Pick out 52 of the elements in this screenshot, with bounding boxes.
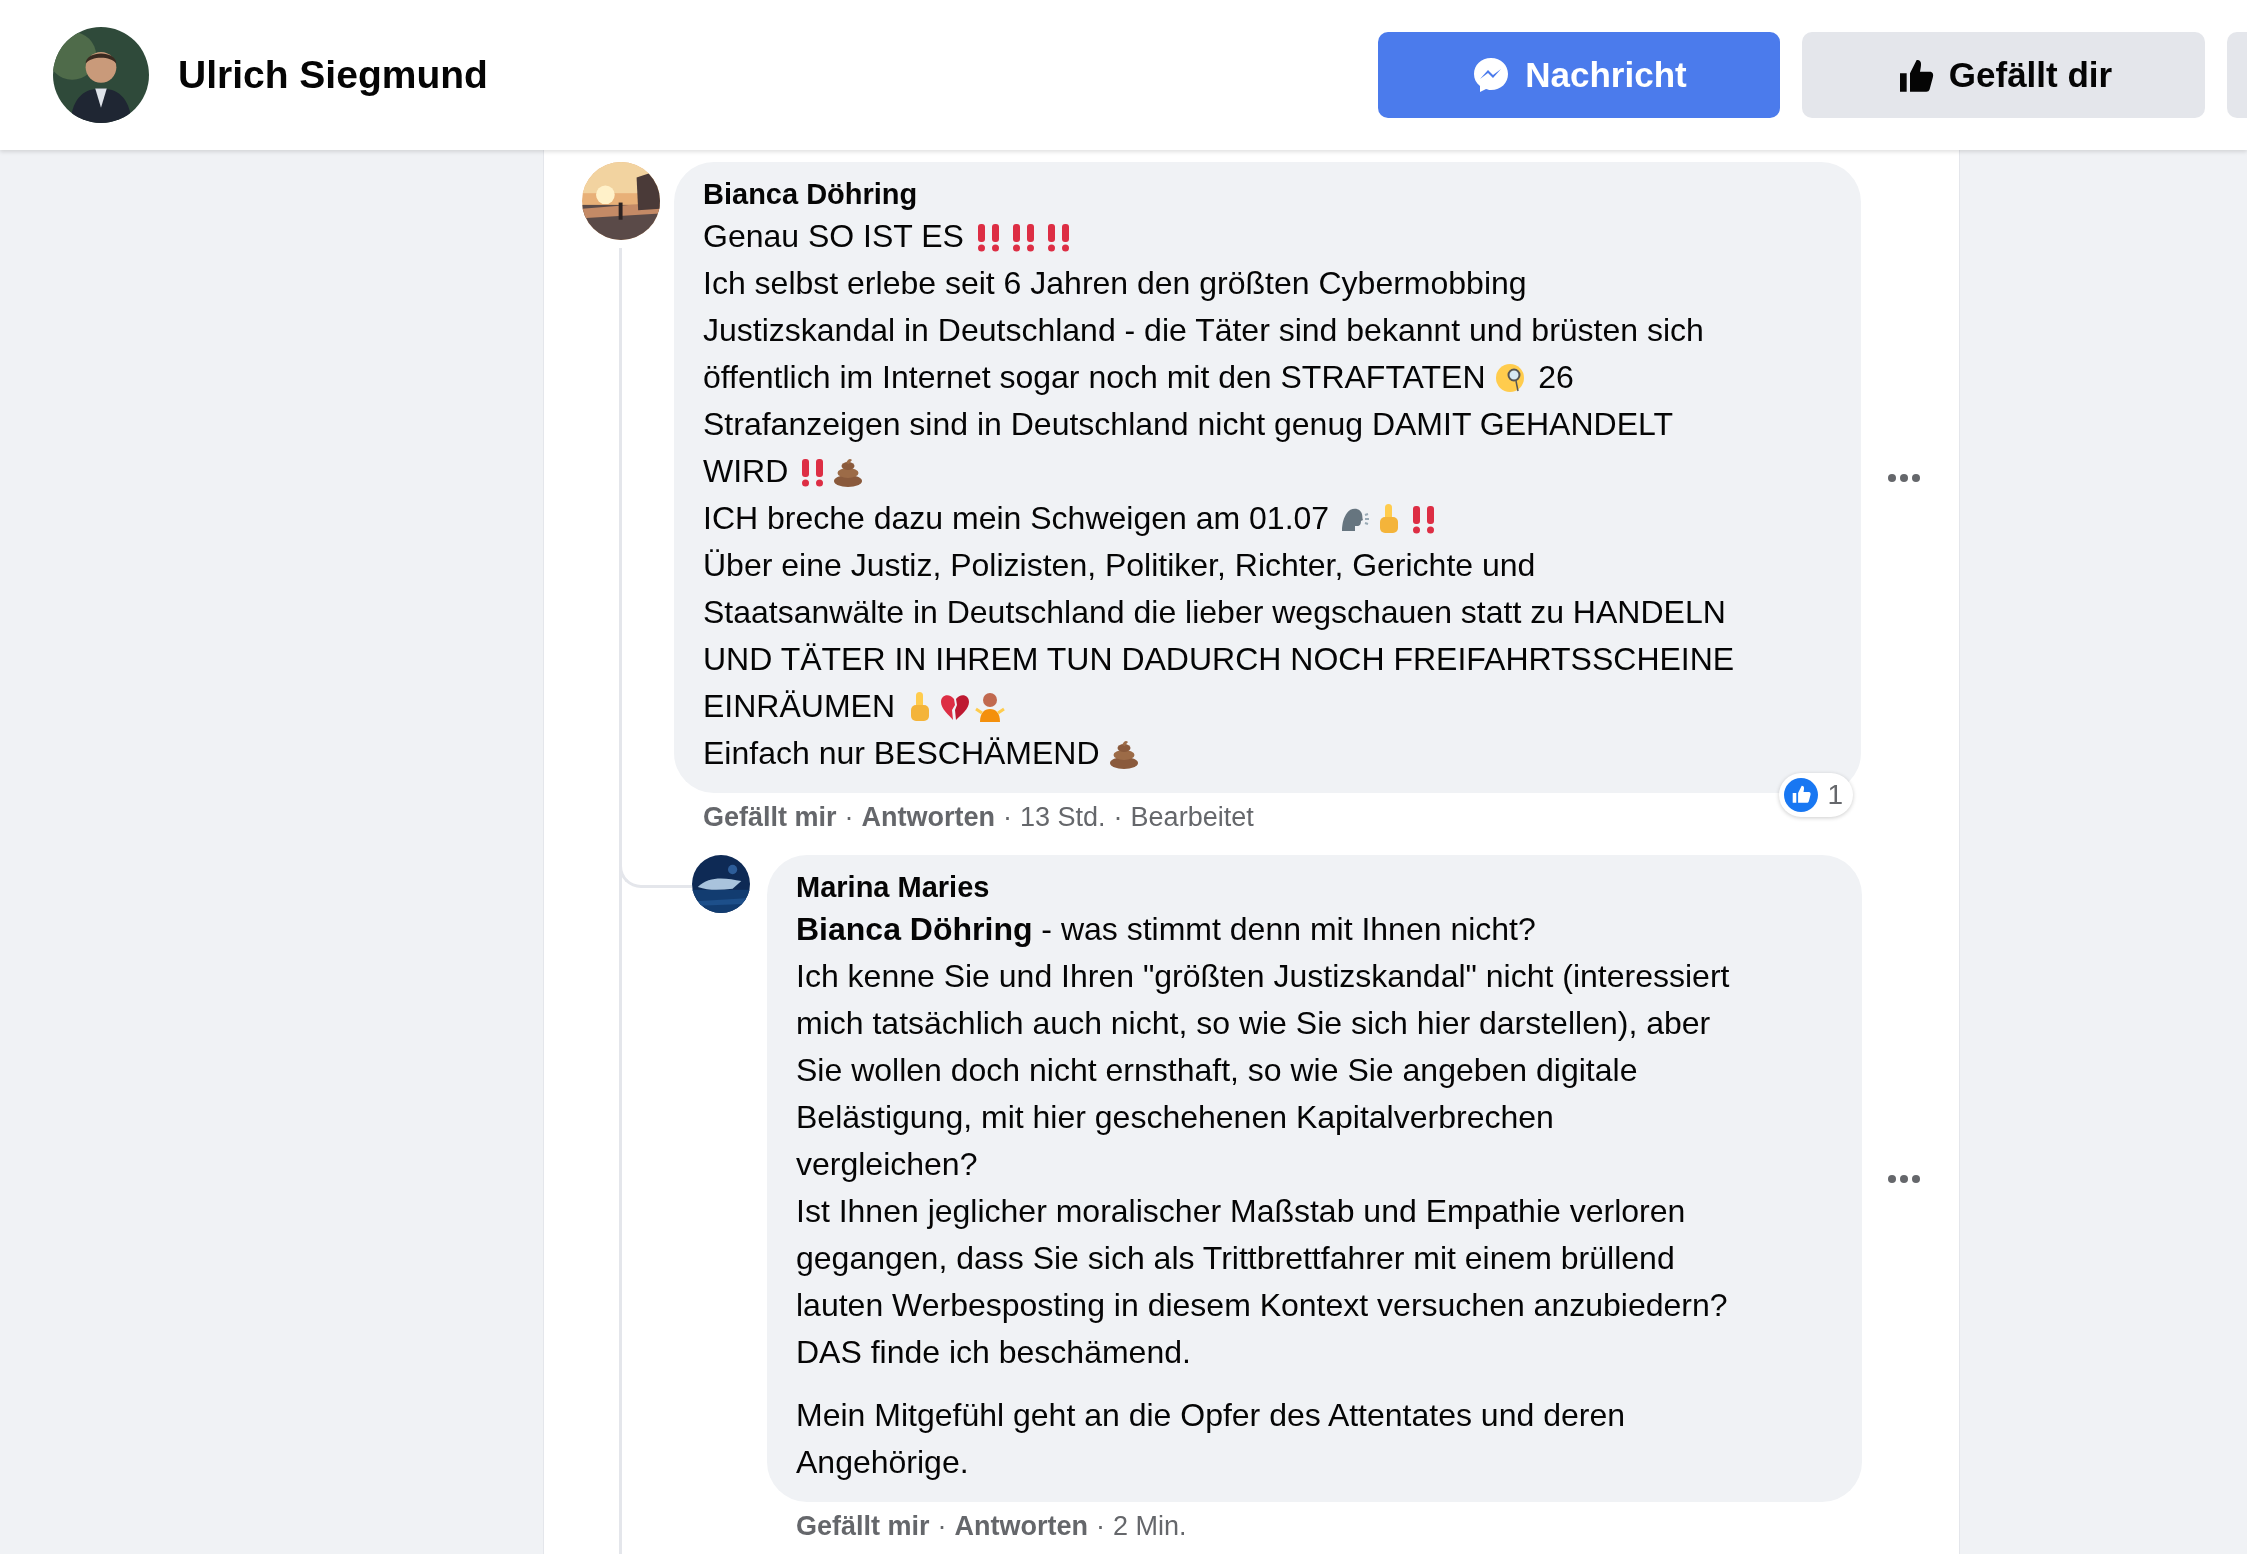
comment-text: Staatsanwälte in Deutschland die lieber wegschauen statt zu HANDELN: [703, 594, 1726, 630]
shrugging-figure-icon: [973, 691, 1006, 723]
mention-link[interactable]: Bianca Döhring: [796, 911, 1033, 947]
comment-text: EINRÄUMEN: [703, 688, 896, 724]
meta-text: ·: [1096, 1510, 1106, 1542]
author-name[interactable]: Bianca Döhring: [703, 178, 918, 211]
poop-icon: [1108, 738, 1141, 770]
poop-icon: [832, 456, 865, 488]
action-link[interactable]: Antworten: [861, 801, 996, 833]
comment-text: Mein Mitgefühl geht an die Opfer des Attentates und deren: [796, 1397, 1625, 1433]
comment-text: ICH breche dazu mein Schweigen am 01.07: [703, 500, 1331, 536]
action-link[interactable]: Antworten: [954, 1510, 1089, 1542]
comment-text: Strafanzeigen sind in Deutschland nicht genug DAMIT GEHANDELT: [703, 406, 1673, 442]
comment-text: Belästigung, mit hier geschehenen Kapitalverbrechen: [796, 1099, 1554, 1135]
more-options-icon[interactable]: [1887, 472, 1921, 483]
page-name[interactable]: Ulrich Siegmund: [178, 53, 1378, 97]
meta-text: ·: [1113, 801, 1123, 833]
comment-text: Ist Ihnen jeglicher moralischer Maßstab und Empathie verloren: [796, 1193, 1686, 1229]
comment-text: Angehörige.: [796, 1444, 969, 1480]
comment-text: Genau SO IST ES: [703, 218, 965, 254]
comment-text: - was stimmt denn mit Ihnen nicht?: [1040, 911, 1536, 947]
comment-text: vergleichen?: [796, 1146, 978, 1182]
action-link[interactable]: Gefällt mir: [703, 801, 837, 833]
monocle-emoji-icon: [1494, 362, 1527, 394]
message-button[interactable]: Nachricht: [1378, 32, 1780, 118]
comment-text: WIRD: [703, 453, 790, 489]
like-button[interactable]: Gefällt dir: [1802, 32, 2205, 118]
comment-text: mich tatsächlich auch nicht, so wie Sie sich hier darstellen), aber: [796, 1005, 1711, 1041]
meta-text: Bearbeitet: [1130, 801, 1254, 833]
reaction-badge[interactable]: 1: [1779, 773, 1853, 817]
comment-text: Justizskandal in Deutschland - die Täter sind bekannt und brüsten sich: [703, 312, 1704, 348]
reaction-count: 1: [1827, 779, 1843, 811]
comment-text: UND TÄTER IN IHREM TUN DADURCH NOCH FREIFAHRTSSCHEINE: [703, 641, 1735, 677]
comment-text: öffentlich im Internet sogar noch mit den STRAFTATEN: [703, 359, 1487, 395]
comment-text: 26: [1537, 359, 1574, 395]
meta-text: ·: [937, 1510, 947, 1542]
author-name[interactable]: Marina Maries: [796, 871, 990, 904]
comment-text: lauten Werbesposting in diesem Kontext versuchen anzubiedern?: [796, 1287, 1728, 1323]
comment-text: Einfach nur BESCHÄMEND: [703, 735, 1101, 771]
meta-text: ·: [1003, 801, 1013, 833]
meta-text: 2 Min.: [1113, 1510, 1187, 1542]
more-options-icon[interactable]: [1887, 1173, 1921, 1184]
meta-text: ·: [844, 801, 854, 833]
comment-text: Über eine Justiz, Polizisten, Politiker, Richter, Gerichte und: [703, 547, 1536, 583]
comment-text: Sie wollen doch nicht ernsthaft, so wie Sie angeben digitale: [796, 1052, 1638, 1088]
action-link[interactable]: Gefällt mir: [796, 1510, 930, 1542]
like-reaction-icon: [1783, 777, 1820, 813]
comment-text: gegangen, dass Sie sich als Trittbrettfahrer mit einem brüllend: [796, 1240, 1675, 1276]
comment-text: Ich selbst erlebe seit 6 Jahren den größten Cybermobbing: [703, 265, 1527, 301]
comment-text: Ich kenne Sie und Ihren "größten Justizskandal" nicht (interessiert: [796, 958, 1730, 994]
meta-text: 13 Std.: [1020, 801, 1106, 833]
comment-text: DAS finde ich beschämend.: [796, 1334, 1191, 1370]
